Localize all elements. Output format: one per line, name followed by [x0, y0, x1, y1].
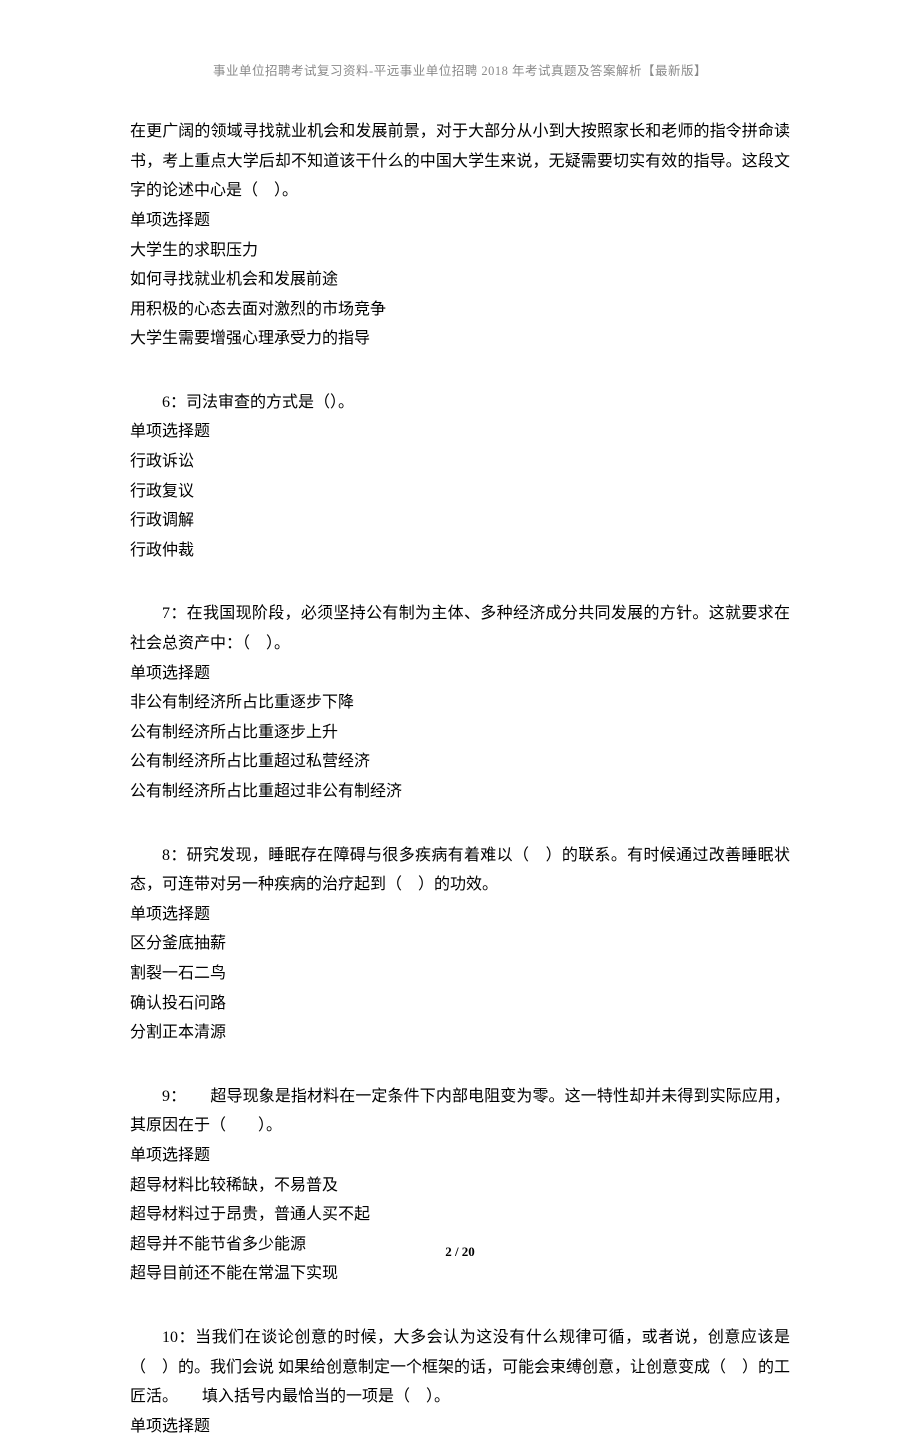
q5-opt-b: 如何寻找就业机会和发展前途: [130, 265, 790, 295]
q9-opt-b: 超导材料过于昂贵，普通人买不起: [130, 1200, 790, 1230]
document-page: 事业单位招聘考试复习资料-平远事业单位招聘 2018 年考试真题及答案解析【最新…: [0, 0, 920, 1302]
q10-type: 单项选择题: [130, 1412, 790, 1441]
q5-type: 单项选择题: [130, 206, 790, 236]
q5-opt-d: 大学生需要增强心理承受力的指导: [130, 324, 790, 354]
q7-type: 单项选择题: [130, 659, 790, 689]
q9-type: 单项选择题: [130, 1141, 790, 1171]
q7-stem: 7：在我国现阶段，必须坚持公有制为主体、多种经济成分共同发展的方针。这就要求在社…: [130, 599, 790, 658]
q6-opt-a: 行政诉讼: [130, 447, 790, 477]
q8-opt-d: 分割正本清源: [130, 1018, 790, 1048]
q8-opt-a: 区分釜底抽薪: [130, 929, 790, 959]
q10-stem: 10：当我们在谈论创意的时候，大多会认为这没有什么规律可循，或者说，创意应该是（…: [130, 1323, 790, 1412]
q7-opt-b: 公有制经济所占比重逐步上升: [130, 718, 790, 748]
q9-stem: 9： 超导现象是指材料在一定条件下内部电阻变为零。这一特性却并未得到实际应用，其…: [130, 1082, 790, 1141]
q7-opt-a: 非公有制经济所占比重逐步下降: [130, 688, 790, 718]
q8-opt-c: 确认投石问路: [130, 989, 790, 1019]
q6-opt-c: 行政调解: [130, 506, 790, 536]
q6-type: 单项选择题: [130, 417, 790, 447]
q5-opt-a: 大学生的求职压力: [130, 236, 790, 266]
page-number: 2 / 20: [0, 1240, 920, 1264]
q8-opt-b: 割裂一石二鸟: [130, 959, 790, 989]
q6-opt-d: 行政仲裁: [130, 536, 790, 566]
page-header: 事业单位招聘考试复习资料-平远事业单位招聘 2018 年考试真题及答案解析【最新…: [130, 60, 790, 83]
q5-opt-c: 用积极的心态去面对激烈的市场竞争: [130, 295, 790, 325]
q5-stem: 在更广阔的领域寻找就业机会和发展前景，对于大部分从小到大按照家长和老师的指令拼命…: [130, 117, 790, 206]
q9-opt-a: 超导材料比较稀缺，不易普及: [130, 1171, 790, 1201]
q8-type: 单项选择题: [130, 900, 790, 930]
q6-opt-b: 行政复议: [130, 477, 790, 507]
q6-stem: 6：司法审查的方式是（）。: [130, 388, 790, 418]
q8-stem: 8：研究发现，睡眠存在障碍与很多疾病有着难以（ ）的联系。有时候通过改善睡眠状态…: [130, 841, 790, 900]
q7-opt-d: 公有制经济所占比重超过非公有制经济: [130, 777, 790, 807]
q7-opt-c: 公有制经济所占比重超过私营经济: [130, 747, 790, 777]
